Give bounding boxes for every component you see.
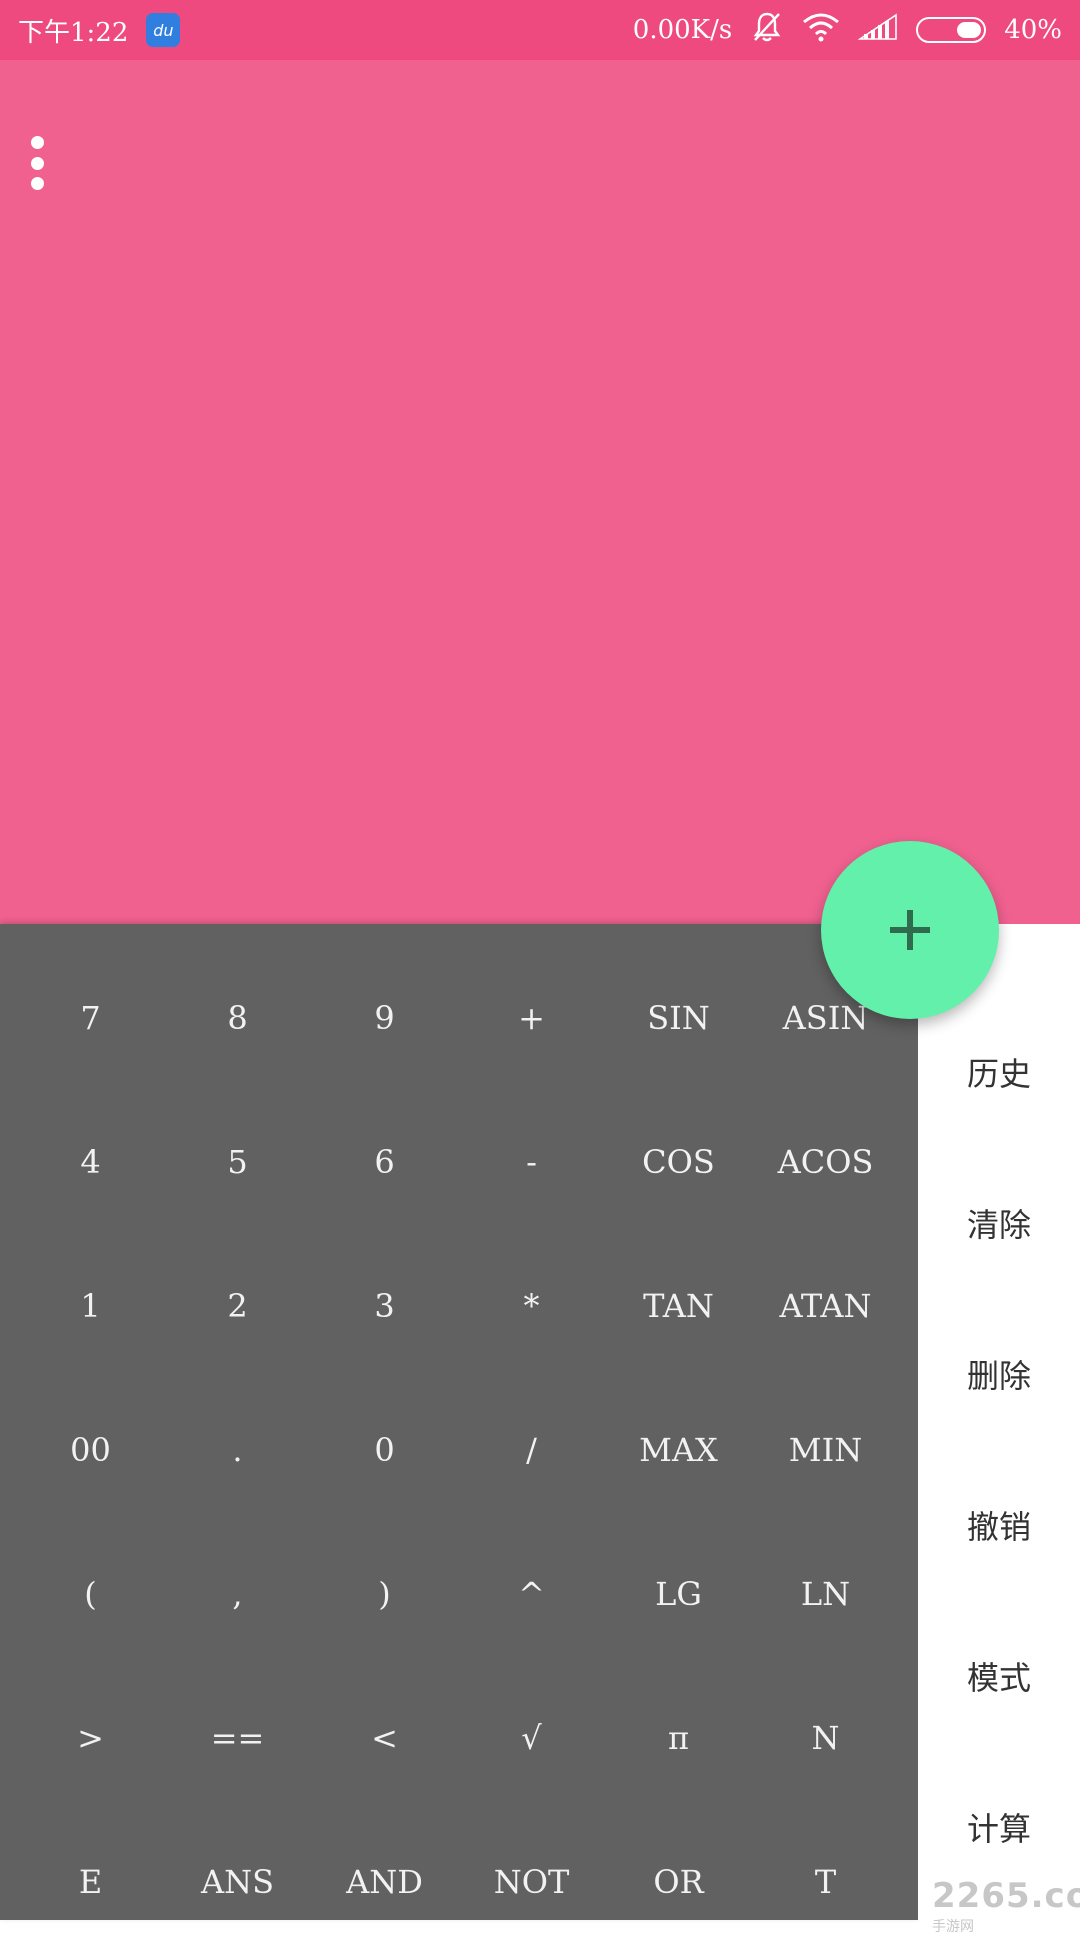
side-panel: 历史清除删除撤销模式计算 bbox=[918, 924, 1080, 1920]
app-notification-icon: du bbox=[146, 13, 181, 47]
keypad: 7 8 9 + SIN ASIN 4 5 6- COS ACOS 1 2 3 * TAN ATAN 00. 0/MA… bbox=[0, 924, 918, 1920]
key-2-2[interactable]: 3 bbox=[311, 1234, 458, 1378]
watermark-logo: 2265.com 手游网 bbox=[932, 1876, 1080, 1956]
wifi-icon bbox=[802, 12, 840, 49]
menu-dot bbox=[30, 156, 44, 170]
battery-fill bbox=[957, 22, 982, 38]
side-item-1[interactable]: 清除 bbox=[918, 1173, 1080, 1273]
watermark-brand: 2265 bbox=[932, 1876, 1031, 1916]
key-5-5[interactable]: N bbox=[752, 1666, 899, 1810]
key-6-3[interactable]: NOT bbox=[458, 1810, 605, 1954]
side-item-0[interactable]: 历史 bbox=[918, 1022, 1080, 1122]
watermark-subtitle: 手游网 bbox=[932, 1919, 974, 1935]
key-4-3[interactable]: ^ bbox=[458, 1522, 605, 1666]
battery-icon bbox=[916, 17, 987, 43]
key-0-2[interactable]: 9 bbox=[311, 946, 458, 1090]
plus-icon bbox=[890, 910, 930, 950]
side-item-2[interactable]: 删除 bbox=[918, 1324, 1080, 1424]
side-item-5[interactable]: 计算 bbox=[918, 1777, 1080, 1877]
key-4-0[interactable]: ( bbox=[17, 1522, 164, 1666]
add-fab-button[interactable]: + bbox=[821, 841, 999, 1019]
key-3-2[interactable]: 0 bbox=[311, 1378, 458, 1522]
watermark-suffix: .com bbox=[1030, 1876, 1080, 1916]
key-6-4[interactable]: OR bbox=[605, 1810, 752, 1954]
status-time: 下午1:22 bbox=[18, 17, 129, 48]
key-0-0[interactable]: 7 bbox=[17, 946, 164, 1090]
key-4-4[interactable]: LG bbox=[605, 1522, 752, 1666]
key-4-2[interactable]: ) bbox=[311, 1522, 458, 1666]
key-4-1[interactable]: , bbox=[164, 1522, 311, 1666]
key-5-2[interactable]: < bbox=[311, 1666, 458, 1810]
key-2-4[interactable]: TAN bbox=[605, 1234, 752, 1378]
app-badge-label: du bbox=[153, 20, 174, 40]
status-left: 下午1:22 du bbox=[18, 12, 181, 49]
key-1-1[interactable]: 5 bbox=[164, 1090, 311, 1234]
key-6-1[interactable]: ANS bbox=[164, 1810, 311, 1954]
key-4-5[interactable]: LN bbox=[752, 1522, 899, 1666]
mute-bell-icon bbox=[750, 10, 784, 51]
key-5-0[interactable]: > bbox=[17, 1666, 164, 1810]
key-1-5[interactable]: ACOS bbox=[752, 1090, 899, 1234]
key-5-3[interactable]: √ bbox=[458, 1666, 605, 1810]
key-0-1[interactable]: 8 bbox=[164, 946, 311, 1090]
key-1-0[interactable]: 4 bbox=[17, 1090, 164, 1234]
key-1-2[interactable]: 6 bbox=[311, 1090, 458, 1234]
key-2-5[interactable]: ATAN bbox=[752, 1234, 899, 1378]
key-3-3[interactable]: / bbox=[458, 1378, 605, 1522]
key-2-0[interactable]: 1 bbox=[17, 1234, 164, 1378]
key-6-5[interactable]: T bbox=[752, 1810, 899, 1954]
key-5-4[interactable]: π bbox=[605, 1666, 752, 1810]
key-1-3[interactable]: - bbox=[458, 1090, 605, 1234]
key-0-3[interactable]: + bbox=[458, 946, 605, 1090]
key-2-3[interactable]: * bbox=[458, 1234, 605, 1378]
side-item-3[interactable]: 撤销 bbox=[918, 1475, 1080, 1575]
key-3-1[interactable]: . bbox=[164, 1378, 311, 1522]
signal-icon bbox=[857, 13, 898, 48]
status-bar: 下午1:22 du 0.00K/s 40% bbox=[0, 0, 1080, 60]
more-vertical-icon[interactable] bbox=[26, 136, 48, 190]
key-3-0[interactable]: 00 bbox=[17, 1378, 164, 1522]
status-right: 0.00K/s 40% bbox=[633, 10, 1062, 51]
key-3-5[interactable]: MIN bbox=[752, 1378, 899, 1522]
result-display bbox=[0, 60, 1080, 924]
key-1-4[interactable]: COS bbox=[605, 1090, 752, 1234]
key-6-2[interactable]: AND bbox=[311, 1810, 458, 1954]
key-3-4[interactable]: MAX bbox=[605, 1378, 752, 1522]
menu-dot bbox=[30, 136, 44, 149]
network-speed: 0.00K/s bbox=[632, 15, 733, 45]
side-item-4[interactable]: 模式 bbox=[918, 1626, 1080, 1726]
menu-dot bbox=[30, 177, 44, 190]
key-5-1[interactable]: == bbox=[164, 1666, 311, 1810]
battery-level: 40% bbox=[1004, 15, 1062, 45]
key-2-1[interactable]: 2 bbox=[164, 1234, 311, 1378]
key-0-4[interactable]: SIN bbox=[605, 946, 752, 1090]
key-6-0[interactable]: E bbox=[17, 1810, 164, 1954]
